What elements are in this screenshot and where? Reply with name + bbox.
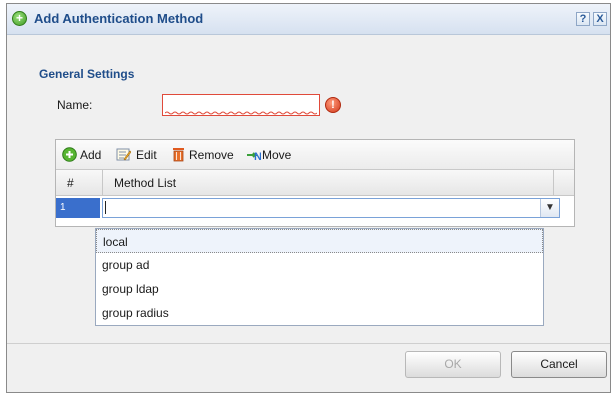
cancel-button[interactable]: Cancel (511, 351, 607, 378)
dropdown-option-group-ldap[interactable]: group ldap (96, 277, 543, 301)
dialog-title: Add Authentication Method (34, 11, 204, 26)
title-bar: + Add Authentication Method ? X (7, 4, 610, 35)
add-authentication-method-dialog: + Add Authentication Method ? X General … (6, 3, 611, 393)
name-label: Name: (57, 98, 93, 112)
edit-icon[interactable] (116, 147, 131, 162)
method-dropdown-list: local group ad group ldap group radius (95, 228, 544, 326)
row-number: 1 (56, 198, 100, 218)
column-divider (102, 170, 103, 196)
svg-text:N: N (254, 151, 261, 162)
dropdown-option-group-radius[interactable]: group radius (96, 301, 543, 325)
general-settings-heading: General Settings (39, 67, 135, 81)
footer-divider (7, 343, 610, 344)
table-header: # Method List (56, 170, 574, 196)
table-toolbar: Add Edit Remove N Move (56, 140, 574, 170)
remove-button[interactable]: Remove (189, 148, 234, 162)
column-divider (553, 170, 554, 196)
ok-button[interactable]: OK (405, 351, 501, 378)
add-circle-icon: + (12, 11, 27, 26)
edit-button[interactable]: Edit (136, 148, 157, 162)
column-header-method-list[interactable]: Method List (114, 176, 176, 190)
method-input[interactable] (105, 200, 529, 216)
close-icon[interactable]: X (593, 12, 607, 26)
chevron-down-icon[interactable]: ▼ (540, 199, 559, 217)
add-icon[interactable] (62, 147, 77, 162)
add-button[interactable]: Add (80, 148, 101, 162)
table-row[interactable]: 1 ▼ (56, 196, 574, 220)
validation-squiggle (165, 111, 317, 115)
trash-icon[interactable] (171, 147, 186, 162)
dropdown-option-local[interactable]: local (96, 229, 543, 253)
text-caret (105, 201, 106, 214)
column-header-number: # (67, 176, 74, 190)
error-icon: ! (325, 97, 341, 113)
dropdown-option-group-ad[interactable]: group ad (96, 253, 543, 277)
help-icon[interactable]: ? (576, 12, 590, 26)
move-icon[interactable]: N (246, 147, 261, 162)
method-combobox[interactable]: ▼ (102, 198, 560, 218)
move-button[interactable]: Move (262, 148, 291, 162)
method-list-table: Add Edit Remove N Move # Method List 1 ▼ (55, 139, 575, 227)
